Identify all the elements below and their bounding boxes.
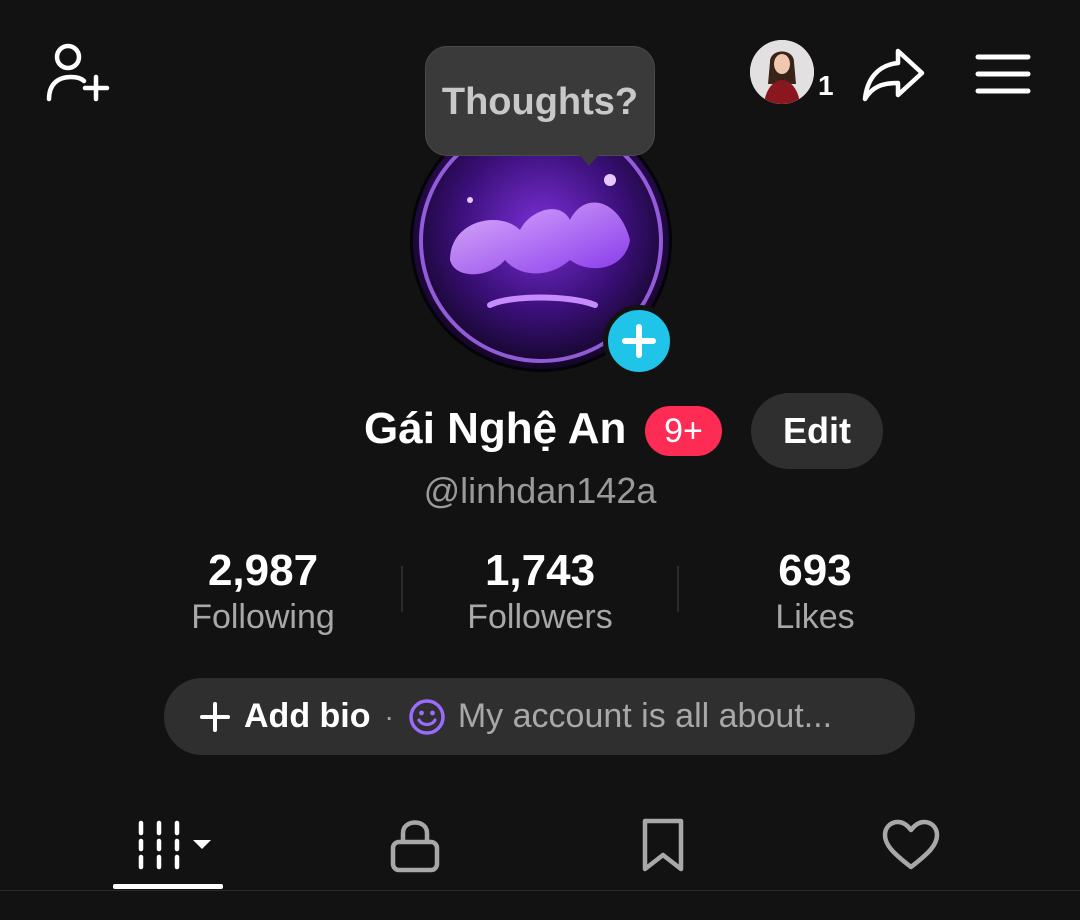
plus-icon	[622, 324, 656, 358]
bio-separator: ·	[384, 700, 394, 732]
menu-button[interactable]	[972, 48, 1034, 100]
profile-name: Gái Nghệ An	[364, 404, 627, 453]
chevron-down-icon	[193, 840, 211, 849]
stat-value: 1,743	[484, 546, 596, 595]
stat-likes[interactable]: 693 Likes	[685, 548, 945, 637]
tab-private[interactable]	[355, 800, 475, 890]
tab-liked[interactable]	[851, 800, 971, 890]
add-friend-button[interactable]	[40, 40, 112, 106]
tooltip-text: Thoughts?	[441, 81, 639, 123]
tab-videos[interactable]	[118, 800, 238, 890]
account-switcher[interactable]: 1	[750, 40, 840, 110]
stat-value: 693	[778, 546, 852, 595]
videos-grid-icon	[138, 820, 211, 870]
notification-badge[interactable]: 9+	[645, 406, 722, 456]
bio-placeholder: My account is all about...	[457, 697, 833, 735]
person-plus-icon	[46, 43, 110, 102]
stat-label: Followers	[467, 598, 613, 636]
profile-handle: @linhdan142a	[423, 470, 657, 511]
thoughts-tooltip[interactable]: Thoughts?	[425, 46, 655, 156]
tooltip-tail	[575, 150, 603, 166]
add-story-button[interactable]	[603, 305, 675, 377]
divider	[677, 566, 679, 612]
add-bio-button[interactable]: Add bio · My account is all about...	[164, 678, 915, 755]
tabs-divider	[0, 890, 1080, 891]
active-tab-indicator	[113, 884, 223, 889]
add-bio-label: Add bio	[244, 697, 371, 735]
heart-icon	[882, 819, 940, 870]
stat-value: 2,987	[207, 546, 319, 595]
plus-icon	[200, 701, 230, 732]
share-arrow-icon	[862, 48, 925, 102]
edit-profile-button[interactable]: Edit	[751, 393, 883, 469]
divider	[401, 566, 403, 612]
account-switch-count: 1	[818, 70, 834, 101]
stat-label: Likes	[775, 598, 855, 636]
hamburger-menu-icon	[975, 54, 1031, 94]
stat-following[interactable]: 2,987 Following	[133, 548, 393, 637]
share-button[interactable]	[858, 44, 928, 104]
stat-followers[interactable]: 1,743 Followers	[410, 548, 670, 637]
smiley-icon	[409, 698, 445, 735]
tab-saved[interactable]	[603, 800, 723, 890]
lock-icon	[390, 820, 440, 873]
account-avatar	[750, 40, 814, 104]
bookmark-icon	[642, 818, 684, 872]
stat-label: Following	[191, 598, 335, 636]
